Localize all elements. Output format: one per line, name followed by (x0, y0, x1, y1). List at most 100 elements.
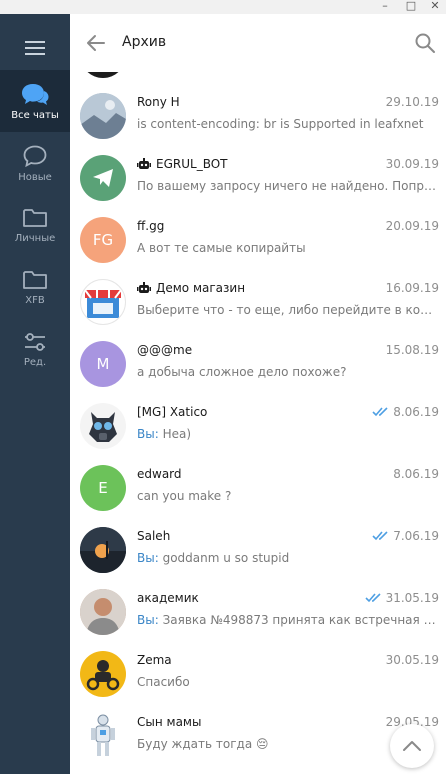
chat-row[interactable]: EGRUL_BOT 30.09.19 По вашему запросу нич… (70, 147, 446, 209)
chat-preview: is content-encoding: br is Supported in … (137, 117, 424, 131)
chat-name-text: Демо магазин (156, 281, 246, 295)
folder-new[interactable]: Новые (0, 132, 70, 194)
chat-name: @@@me (137, 343, 193, 357)
chat-preview: Спасибо (137, 675, 190, 689)
folder-label: Все чаты (11, 109, 59, 121)
chat-row[interactable]: Сын мамы 29.05.19 Буду ждать тогда 😔 (70, 705, 446, 767)
minimize-button[interactable]: – (372, 0, 398, 14)
chat-row[interactable]: Rony H 29.10.19 is content-encoding: br … (70, 85, 446, 147)
preview-text: Заявка №498873 принята как встречная к з… (162, 613, 439, 627)
page-title: Архив (122, 34, 167, 50)
chat-date: 16.09.19 (386, 281, 439, 295)
motorcycle-icon (86, 660, 120, 691)
chat-name: академик (137, 591, 199, 605)
chat-row[interactable]: M @@@me 15.08.19 а добыча сложное дело п… (70, 333, 446, 395)
bot-icon (137, 158, 151, 169)
chat-date: 15.08.19 (386, 343, 439, 357)
folder-label: Ред. (23, 356, 47, 368)
avatar (80, 527, 126, 573)
chat-name: edward (137, 467, 182, 481)
folder-icon (23, 208, 47, 227)
chat-name: Saleh (137, 529, 171, 543)
hamburger-icon (25, 41, 45, 55)
avatar (80, 93, 126, 139)
folder-all-chats[interactable]: Все чаты (0, 70, 70, 132)
chats-icon (22, 83, 49, 105)
chat-date: 31.05.19 (364, 591, 439, 605)
chat-row[interactable]: Saleh 7.06.19 Вы: goddanm u so stupid (70, 519, 446, 581)
chat-name: Zema (137, 653, 172, 667)
date-text: 31.05.19 (385, 591, 439, 605)
sunset-icon (80, 527, 126, 573)
chat-date: 29.10.19 (386, 95, 439, 109)
back-button[interactable] (84, 31, 108, 55)
chat-date: 30.05.19 (386, 653, 439, 667)
chat-date: 8.06.19 (393, 467, 439, 481)
gasmask-icon (89, 412, 117, 442)
folder-label: Новые (18, 171, 52, 183)
folder-personal[interactable]: Личные (0, 194, 70, 256)
chat-preview: Вы: goddanm u so stupid (137, 551, 439, 565)
date-text: 30.05.19 (385, 653, 439, 667)
maximize-button[interactable]: □ (398, 0, 424, 14)
chat-row[interactable]: E edward 8.06.19 can you make ? (70, 457, 446, 519)
chat-list[interactable]: Rony H 29.10.19 is content-encoding: br … (70, 72, 446, 774)
preview-text: goddanm u so stupid (162, 551, 290, 565)
chat-preview: По вашему запросу ничего не найдено. Поп… (137, 179, 439, 193)
chat-name: EGRUL_BOT (137, 157, 227, 171)
chat-row[interactable]: [MG] Xatico 8.06.19 Вы: Неа) (70, 395, 446, 457)
avatar (80, 713, 126, 759)
date-text: 29.10.19 (385, 95, 439, 109)
bot-icon (137, 282, 151, 293)
chat-preview: Вы: Неа) (137, 427, 439, 441)
search-button[interactable] (414, 32, 436, 54)
avatar (80, 155, 126, 201)
avatar-initials: FG (92, 231, 114, 249)
folder-xfb[interactable]: XFB (0, 256, 70, 318)
chat-date: 7.06.19 (372, 529, 439, 543)
menu-button[interactable] (0, 28, 70, 68)
folder-edit[interactable]: Ред. (0, 318, 70, 380)
date-text: 16.09.19 (385, 281, 439, 295)
photo-icon (80, 93, 126, 139)
avatar-initials: M (96, 355, 110, 373)
you-label: Вы: (137, 613, 159, 627)
chat-row[interactable]: Демо магазин 16.09.19 Выберите что - то … (70, 271, 446, 333)
chat-row[interactable]: Zema 30.05.19 Спасибо (70, 643, 446, 705)
folder-icon (23, 270, 47, 289)
chat-date: 20.09.19 (386, 219, 439, 233)
chat-bubble-icon (23, 145, 47, 167)
chat-row[interactable]: академик 31.05.19 Вы: Заявка №498873 при… (70, 581, 446, 643)
sliders-icon (25, 332, 45, 351)
chat-preview: А вот те самые копирайты (137, 241, 306, 255)
folder-label: XFB (25, 294, 45, 306)
chat-date: 30.09.19 (386, 157, 439, 171)
chat-row[interactable]: FG ff.gg 20.09.19 А вот те самые копирай… (70, 209, 446, 271)
avatar (80, 403, 126, 449)
sidebar: Все чаты Новые Личные XFB Ред. (0, 14, 70, 774)
avatar: FG (80, 217, 126, 263)
double-check-icon (364, 593, 381, 603)
date-text: 20.09.19 (385, 219, 439, 233)
paper-plane-icon (93, 169, 113, 187)
close-button[interactable]: ✕ (422, 0, 446, 14)
double-check-icon (372, 407, 388, 417)
chat-name-text: EGRUL_BOT (156, 157, 228, 171)
chat-name: [MG] Xatico (137, 405, 208, 419)
chat-preview: Выберите что - то еще, либо перейдите в … (137, 303, 439, 317)
avatar (80, 589, 126, 635)
window-titlebar: – □ ✕ (0, 0, 446, 14)
chevron-up-icon (403, 741, 421, 751)
date-text: 8.06.19 (393, 467, 439, 481)
arrow-left-icon (87, 35, 105, 51)
double-check-icon (372, 531, 388, 541)
shop-icon (84, 289, 122, 318)
date-text: 8.06.19 (393, 405, 439, 419)
chat-preview: а добыча сложное дело похоже? (137, 365, 347, 379)
you-label: Вы: (137, 551, 159, 565)
search-icon (415, 33, 435, 53)
chat-preview: Вы: Заявка №498873 принята как встречная… (137, 613, 439, 627)
you-label: Вы: (137, 427, 159, 441)
avatar (80, 651, 126, 697)
scroll-to-top-button[interactable] (390, 724, 434, 768)
